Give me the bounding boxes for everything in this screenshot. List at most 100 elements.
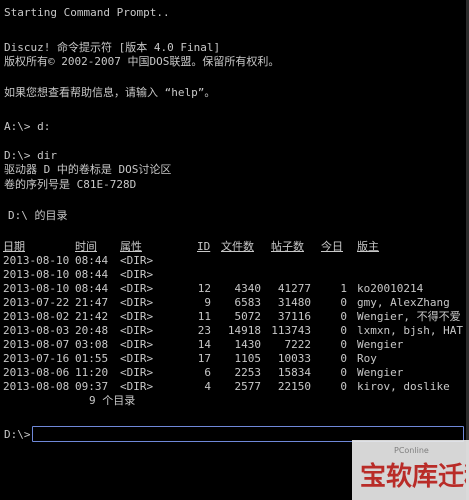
row-today: 0 <box>340 338 347 351</box>
table-row: 2013-08-07 03:08 <DIR> 14 1430 7222 0 Wengier <box>3 338 463 352</box>
table-row: 2013-08-08 09:37 <DIR> 4 2577 22150 0 kirov, do… <box>3 380 463 394</box>
site-watermark: PConline 宝软库迁移 <box>352 440 469 500</box>
row-time: 11:20 <box>75 366 109 379</box>
table-row: 2013-08-10 08:44 <DIR> <box>3 268 463 282</box>
row-attribute: <DIR> <box>120 338 154 351</box>
header-id: ID <box>197 240 211 253</box>
row-date: 2013-07-22 <box>3 296 70 309</box>
directory-listing-table: 日期 时间 属性 ID 文件数 帖子数 今日 版主 2013-08-10 08:4… <box>3 240 463 408</box>
row-moderators: gmy, AlexZhang <box>357 296 450 309</box>
row-attribute: <DIR> <box>120 254 154 267</box>
row-time: 21:47 <box>75 296 109 309</box>
watermark-logo-text: 宝软库迁移 <box>360 461 466 492</box>
row-post-count: 37116 <box>277 310 311 323</box>
row-post-count: 41277 <box>277 282 311 295</box>
table-row: 2013-07-22 21:47 <DIR> 9 6583 31480 0 gmy, Alex… <box>3 296 463 310</box>
row-date: 2013-07-16 <box>3 352 70 365</box>
row-file-count: 5072 <box>234 310 262 323</box>
command-prompt-window: Starting Command Prompt.. Discuz! 命令提示符 … <box>0 0 469 500</box>
table-row: 2013-08-06 11:20 <DIR> 6 2253 15834 0 Wengier <box>3 366 463 380</box>
row-attribute: <DIR> <box>120 282 154 295</box>
row-id: 6 <box>204 366 211 379</box>
header-moderators: 版主 <box>357 240 379 253</box>
row-id: 14 <box>197 338 211 351</box>
row-today: 1 <box>340 282 347 295</box>
table-row: 2013-08-10 08:44 <DIR> 12 4340 41277 1 ko200102… <box>3 282 463 296</box>
row-time: 09:37 <box>75 380 109 393</box>
header-attribute: 属性 <box>120 240 142 253</box>
watermark-logo: 宝软库迁移 <box>360 461 466 492</box>
row-file-count: 14918 <box>227 324 261 337</box>
row-post-count: 113743 <box>271 324 311 337</box>
row-today: 0 <box>340 296 347 309</box>
row-date: 2013-08-10 <box>3 254 70 267</box>
row-moderators: Roy <box>357 352 377 365</box>
row-file-count: 4340 <box>234 282 262 295</box>
table-row: 2013-07-16 01:55 <DIR> 17 1105 10033 0 Roy <box>3 352 463 366</box>
row-time: 01:55 <box>75 352 109 365</box>
row-file-count: 2253 <box>234 366 262 379</box>
header-post-count: 帖子数 <box>271 240 304 253</box>
row-id: 12 <box>197 282 211 295</box>
row-id: 9 <box>204 296 211 309</box>
row-today: 0 <box>340 310 347 323</box>
row-time: 08:44 <box>75 282 109 295</box>
row-today: 0 <box>340 352 347 365</box>
row-attribute: <DIR> <box>120 366 154 379</box>
table-header-row: 日期 时间 属性 ID 文件数 帖子数 今日 版主 <box>3 240 463 254</box>
row-moderators: kirov, doslike <box>357 380 450 393</box>
serial-number-line: 卷的序列号是 C81E-728D <box>4 178 137 191</box>
row-time: 21:42 <box>75 310 109 323</box>
row-today: 0 <box>340 366 347 379</box>
row-time: 03:08 <box>75 338 109 351</box>
help-line: 如果您想查看帮助信息，请输入 “help”。 <box>4 86 216 99</box>
row-attribute: <DIR> <box>120 324 154 337</box>
row-date: 2013-08-07 <box>3 338 70 351</box>
command-line-2: D:\> dir <box>4 149 57 162</box>
intro-line: Starting Command Prompt.. <box>4 6 170 19</box>
row-date: 2013-08-06 <box>3 366 70 379</box>
row-post-count: 7222 <box>284 338 312 351</box>
volume-label-line: 驱动器 D 中的卷标是 DOS讨论区 <box>4 163 172 176</box>
row-attribute: <DIR> <box>120 268 154 281</box>
row-moderators: Wengier, 不得不爱 <box>357 310 461 323</box>
row-id: 11 <box>197 310 211 323</box>
header-time: 时间 <box>75 240 97 253</box>
row-file-count: 6583 <box>234 296 262 309</box>
command-line-1: A:\> d: <box>4 120 51 133</box>
directory-count-summary: 9 个目录 <box>89 394 136 407</box>
row-attribute: <DIR> <box>120 296 154 309</box>
row-time: 08:44 <box>75 254 109 267</box>
row-time: 08:44 <box>75 268 109 281</box>
copyright-line: 版权所有© 2002-2007 中国DOS联盟。保留所有权利。 <box>4 55 280 68</box>
row-post-count: 10033 <box>277 352 311 365</box>
prompt-label: D:\> <box>4 428 31 441</box>
row-today: 0 <box>340 380 347 393</box>
row-time: 20:48 <box>75 324 109 337</box>
summary-row: 9 个目录 <box>3 394 463 408</box>
row-attribute: <DIR> <box>120 352 154 365</box>
row-post-count: 31480 <box>277 296 311 309</box>
header-file-count: 文件数 <box>221 240 254 253</box>
directory-of-line: D:\ 的目录 <box>8 209 68 222</box>
table-row: 2013-08-10 08:44 <DIR> <box>3 254 463 268</box>
row-date: 2013-08-02 <box>3 310 70 323</box>
row-id: 17 <box>197 352 211 365</box>
row-post-count: 22150 <box>277 380 311 393</box>
row-moderators: Wengier <box>357 338 404 351</box>
version-line: Discuz! 命令提示符 [版本 4.0 Final] <box>4 41 221 54</box>
row-file-count: 2577 <box>234 380 262 393</box>
header-today: 今日 <box>321 240 343 253</box>
row-moderators: lxmxn, bjsh, HAT <box>357 324 463 337</box>
row-id: 4 <box>204 380 211 393</box>
row-date: 2013-08-03 <box>3 324 70 337</box>
row-date: 2013-08-10 <box>3 268 70 281</box>
row-moderators: ko20010214 <box>357 282 424 295</box>
table-row: 2013-08-02 21:42 <DIR> 11 5072 37116 0 Wengier,… <box>3 310 463 324</box>
row-file-count: 1430 <box>234 338 262 351</box>
header-date: 日期 <box>3 240 25 253</box>
row-date: 2013-08-10 <box>3 282 70 295</box>
row-file-count: 1105 <box>234 352 262 365</box>
row-attribute: <DIR> <box>120 310 154 323</box>
row-date: 2013-08-08 <box>3 380 70 393</box>
